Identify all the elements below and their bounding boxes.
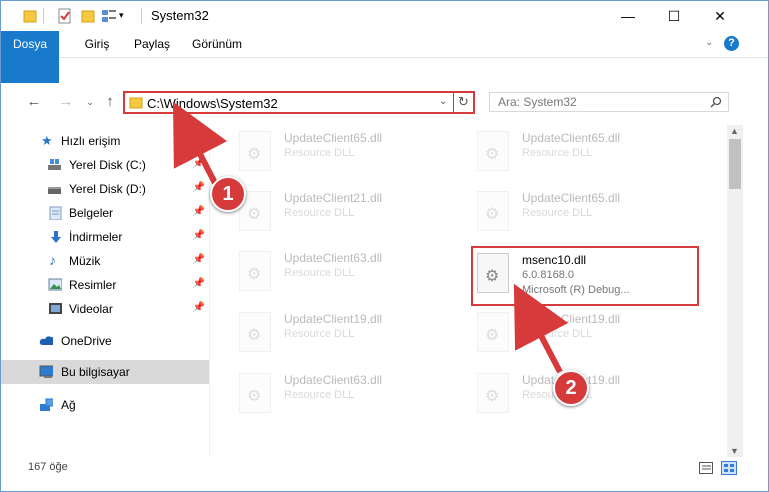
step-1-badge: 1 xyxy=(210,176,246,212)
arrow-1 xyxy=(172,101,228,185)
arrow-2 xyxy=(513,283,569,374)
step-2-badge: 2 xyxy=(553,370,589,406)
annotation-arrows xyxy=(172,101,569,374)
